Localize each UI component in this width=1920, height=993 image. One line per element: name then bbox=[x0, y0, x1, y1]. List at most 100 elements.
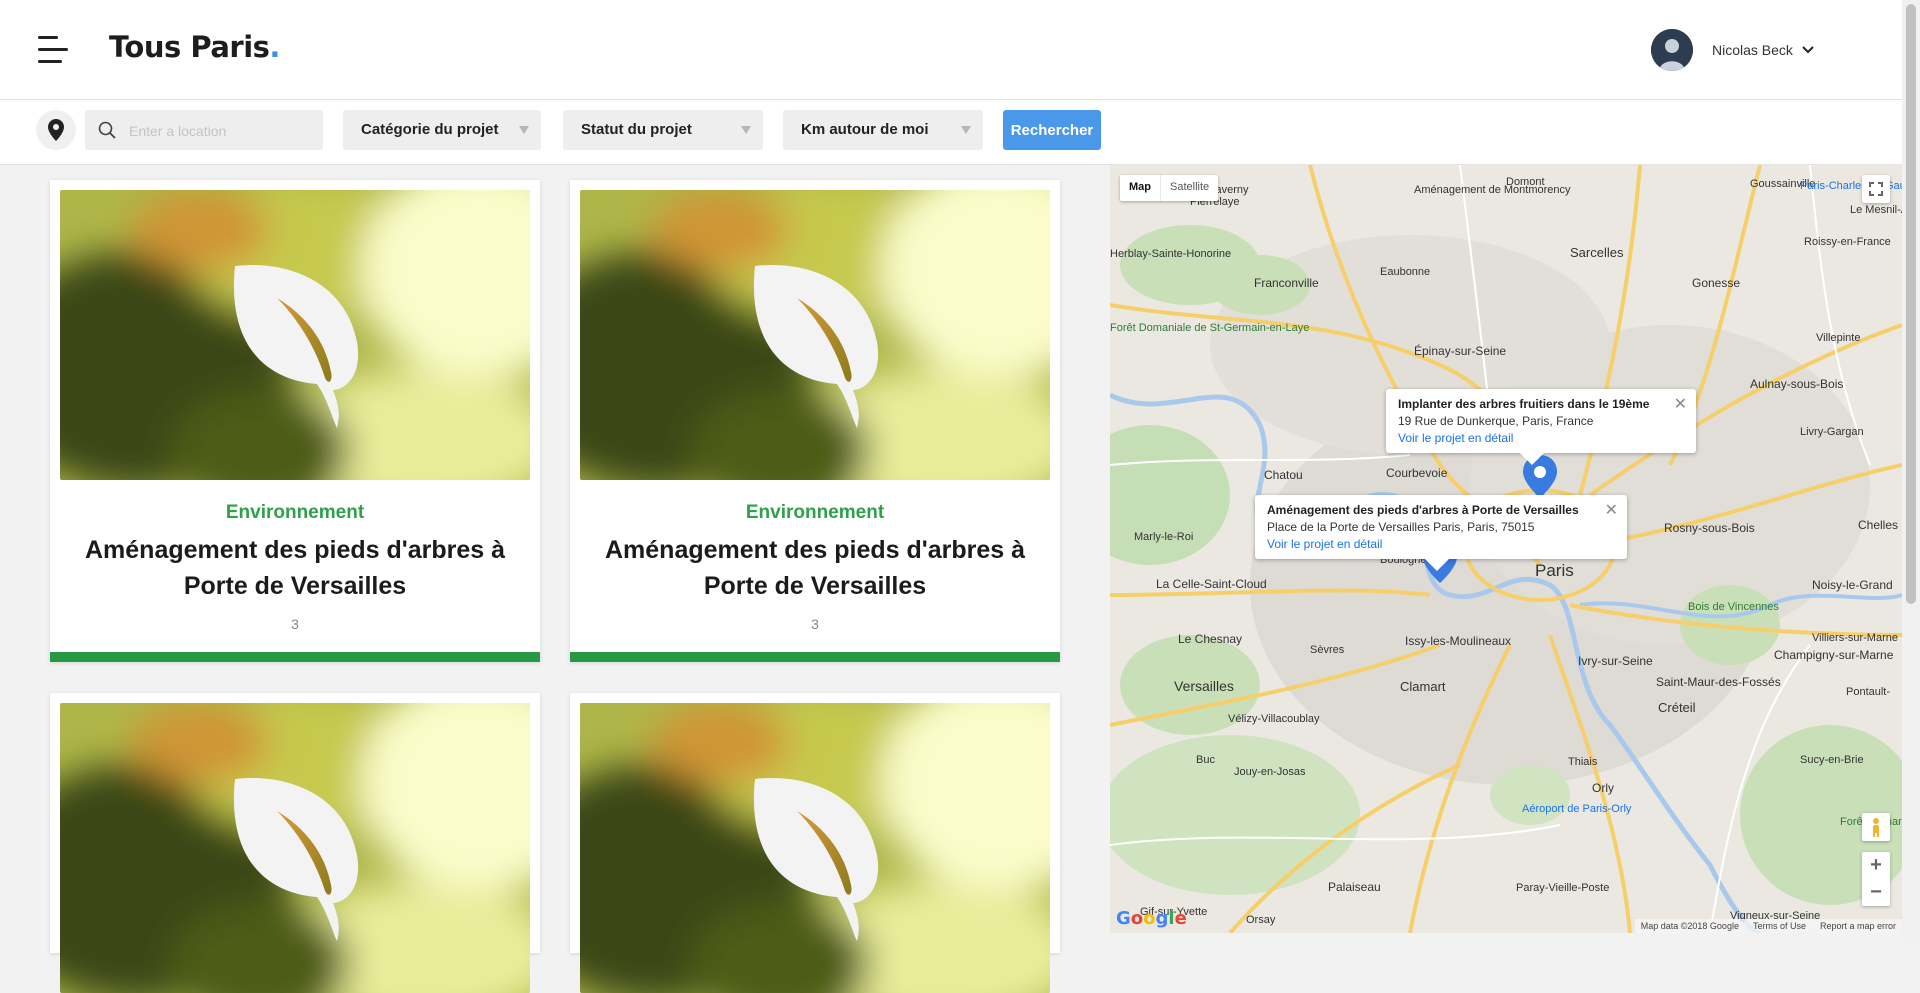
zoom-control: + − bbox=[1862, 852, 1890, 906]
user-name: Nicolas Beck bbox=[1712, 42, 1793, 58]
svg-text:Villepinte: Villepinte bbox=[1816, 332, 1860, 344]
project-detail-link[interactable]: Voir le projet en détail bbox=[1398, 431, 1666, 445]
svg-text:Paray-Vieille-Poste: Paray-Vieille-Poste bbox=[1516, 882, 1609, 894]
project-image bbox=[60, 703, 530, 993]
location-search bbox=[85, 110, 323, 152]
svg-text:Buc: Buc bbox=[1196, 754, 1215, 766]
progress-bar bbox=[50, 652, 540, 662]
card-category: Environnement bbox=[225, 502, 365, 523]
fullscreen-icon[interactable] bbox=[1862, 175, 1890, 203]
svg-text:Livry-Gargan: Livry-Gargan bbox=[1800, 426, 1864, 438]
pegman-icon[interactable] bbox=[1862, 813, 1890, 841]
card-category: Environnement bbox=[745, 502, 885, 523]
search-input[interactable] bbox=[127, 110, 319, 152]
svg-text:Aulnay-sous-Bois: Aulnay-sous-Bois bbox=[1750, 377, 1843, 391]
map-type-toggle: Map Satellite bbox=[1120, 175, 1219, 201]
dropdown-caret-icon bbox=[519, 126, 529, 134]
scrollbar[interactable] bbox=[1902, 0, 1920, 943]
svg-text:Versailles: Versailles bbox=[1174, 678, 1234, 694]
hamburger-icon[interactable] bbox=[38, 36, 72, 64]
card-count: 3 bbox=[811, 616, 819, 632]
svg-text:Clamart: Clamart bbox=[1400, 679, 1446, 694]
category-select[interactable]: Catégorie du projet bbox=[343, 110, 541, 150]
svg-text:Ivry-sur-Seine: Ivry-sur-Seine bbox=[1578, 654, 1653, 668]
svg-text:Marly-le-Roi: Marly-le-Roi bbox=[1134, 531, 1193, 543]
project-image bbox=[580, 190, 1050, 480]
svg-text:Aéroport de Paris-Orly: Aéroport de Paris-Orly bbox=[1522, 803, 1632, 815]
svg-text:Gonesse: Gonesse bbox=[1692, 276, 1740, 290]
progress-bar bbox=[570, 652, 1060, 662]
svg-text:Vélizy-Villacoublay: Vélizy-Villacoublay bbox=[1228, 713, 1320, 725]
svg-text:Chelles: Chelles bbox=[1858, 518, 1898, 532]
svg-text:Pontault-: Pontault- bbox=[1846, 686, 1890, 698]
svg-text:Le Chesnay: Le Chesnay bbox=[1178, 632, 1242, 646]
svg-text:Créteil: Créteil bbox=[1658, 700, 1696, 715]
svg-text:La Celle-Saint-Cloud: La Celle-Saint-Cloud bbox=[1156, 577, 1267, 591]
terms-link[interactable]: Terms of Use bbox=[1753, 921, 1806, 931]
svg-text:Courbevoie: Courbevoie bbox=[1386, 466, 1448, 480]
map-infowindow: Implanter des arbres fruitiers dans le 1… bbox=[1386, 389, 1696, 465]
svg-text:Eaubonne: Eaubonne bbox=[1380, 266, 1430, 278]
card-title[interactable]: Aménagement des pieds d'arbres à Porte d… bbox=[600, 532, 1030, 604]
user-menu[interactable]: Nicolas Beck bbox=[1651, 29, 1815, 71]
scrollbar-thumb[interactable] bbox=[1906, 4, 1916, 604]
svg-text:Chatou: Chatou bbox=[1264, 468, 1303, 482]
svg-text:Palaiseau: Palaiseau bbox=[1328, 880, 1381, 894]
dropdown-caret-icon bbox=[961, 126, 971, 134]
map-tab[interactable]: Map bbox=[1120, 175, 1160, 201]
app-logo[interactable]: Tous Paris. bbox=[109, 30, 280, 64]
location-button[interactable] bbox=[36, 110, 76, 150]
svg-text:Le Mesnil-A: Le Mesnil-A bbox=[1850, 204, 1902, 216]
map-infowindow: Aménagement des pieds d'arbres à Porte d… bbox=[1255, 495, 1627, 571]
svg-text:Sèvres: Sèvres bbox=[1310, 644, 1345, 656]
svg-text:Paris: Paris bbox=[1535, 561, 1574, 580]
distance-select[interactable]: Km autour de moi bbox=[783, 110, 983, 150]
zoom-out-icon[interactable]: − bbox=[1870, 879, 1882, 906]
search-button[interactable]: Rechercher bbox=[1003, 110, 1101, 150]
svg-text:Villiers-sur-Marne: Villiers-sur-Marne bbox=[1812, 632, 1898, 644]
project-card[interactable]: Environnement Aménagement des pieds d'ar… bbox=[570, 180, 1060, 662]
svg-text:Orsay: Orsay bbox=[1246, 914, 1276, 926]
header-bar: Tous Paris. Nicolas Beck bbox=[0, 0, 1902, 100]
project-image bbox=[60, 190, 530, 480]
svg-text:Sarcelles: Sarcelles bbox=[1570, 245, 1624, 260]
google-logo: Google bbox=[1116, 908, 1187, 929]
avatar bbox=[1651, 29, 1693, 71]
project-detail-link[interactable]: Voir le projet en détail bbox=[1267, 537, 1597, 551]
satellite-tab[interactable]: Satellite bbox=[1160, 175, 1218, 201]
svg-text:Saint-Maur-des-Fossés: Saint-Maur-des-Fossés bbox=[1656, 675, 1781, 689]
card-title[interactable]: Aménagement des pieds d'arbres à Porte d… bbox=[80, 532, 510, 604]
search-icon bbox=[98, 121, 116, 139]
leaf-icon bbox=[233, 264, 359, 428]
close-icon[interactable]: ✕ bbox=[1605, 500, 1618, 520]
svg-text:Roissy-en-France: Roissy-en-France bbox=[1804, 236, 1891, 248]
zoom-in-icon[interactable]: + bbox=[1870, 852, 1882, 879]
filter-bar: Catégorie du projet Statut du projet Km … bbox=[0, 100, 1902, 165]
leaf-icon bbox=[753, 264, 879, 428]
close-icon[interactable]: ✕ bbox=[1674, 394, 1687, 414]
svg-text:Orly: Orly bbox=[1592, 781, 1614, 795]
svg-text:Issy-les-Moulineaux: Issy-les-Moulineaux bbox=[1405, 634, 1511, 648]
chevron-down-icon bbox=[1802, 46, 1814, 54]
svg-text:Franconville: Franconville bbox=[1254, 276, 1319, 290]
location-pin-icon bbox=[48, 119, 64, 141]
leaf-icon bbox=[753, 777, 879, 941]
status-select[interactable]: Statut du projet bbox=[563, 110, 763, 150]
dropdown-caret-icon bbox=[741, 126, 751, 134]
svg-text:Champigny-sur-Marne: Champigny-sur-Marne bbox=[1774, 648, 1894, 662]
svg-text:Sucy-en-Brie: Sucy-en-Brie bbox=[1800, 754, 1864, 766]
svg-text:Forêt Domaniale de St-Germain-: Forêt Domaniale de St-Germain-en-Laye bbox=[1110, 322, 1309, 334]
svg-text:Herblay-Sainte-Honorine: Herblay-Sainte-Honorine bbox=[1110, 248, 1231, 260]
project-image bbox=[580, 703, 1050, 993]
project-card[interactable] bbox=[50, 693, 540, 993]
map-view[interactable]: Paris Sarcelles Gonesse Goussainville Fr… bbox=[1110, 165, 1902, 933]
svg-text:Domont: Domont bbox=[1506, 176, 1545, 188]
project-card[interactable]: Environnement Aménagement des pieds d'ar… bbox=[50, 180, 540, 662]
report-link[interactable]: Report a map error bbox=[1820, 921, 1896, 931]
svg-text:Thiais: Thiais bbox=[1568, 756, 1598, 768]
project-card[interactable] bbox=[570, 693, 1060, 993]
card-count: 3 bbox=[291, 616, 299, 632]
svg-text:Bois de Vincennes: Bois de Vincennes bbox=[1688, 601, 1779, 613]
svg-text:Épinay-sur-Seine: Épinay-sur-Seine bbox=[1414, 343, 1506, 358]
svg-text:Rosny-sous-Bois: Rosny-sous-Bois bbox=[1664, 521, 1755, 535]
